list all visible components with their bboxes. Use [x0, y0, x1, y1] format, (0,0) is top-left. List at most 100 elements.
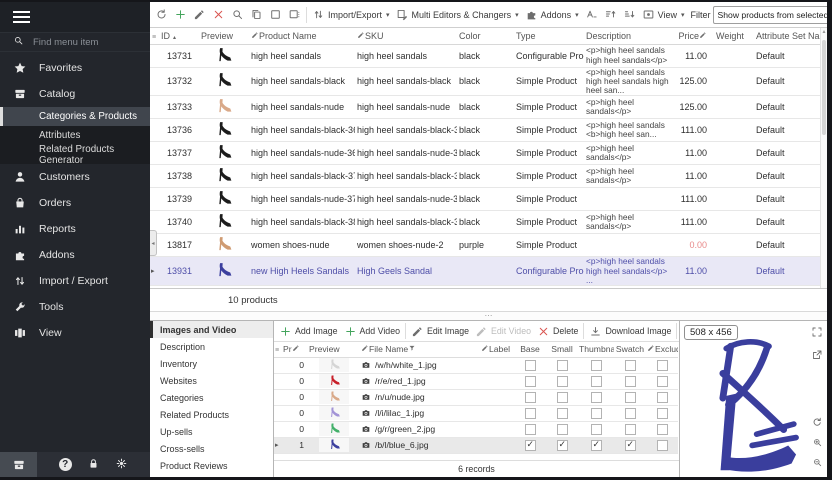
thumbnail-checkbox[interactable]: [591, 360, 602, 371]
tab-categories[interactable]: Categories: [150, 389, 273, 406]
column-header-product-name[interactable]: Product Name: [249, 28, 355, 44]
products-scrollbar[interactable]: ▴: [820, 28, 827, 288]
tab-related-products[interactable]: Related Products: [150, 406, 273, 423]
image-column-header-thumbna[interactable]: Thumbna: [578, 342, 614, 357]
tab-images-and-video[interactable]: Images and Video: [150, 321, 273, 338]
base-checkbox[interactable]: [525, 408, 536, 419]
column-header-sku[interactable]: SKU: [355, 28, 457, 44]
base-checkbox[interactable]: [525, 424, 536, 435]
sidebar-item-orders[interactable]: Orders: [0, 190, 150, 216]
thumbnail-checkbox[interactable]: [591, 376, 602, 387]
import-export-button[interactable]: Import/Export: [309, 5, 393, 25]
base-checkbox[interactable]: [525, 392, 536, 403]
tab-up-sells[interactable]: Up-sells: [150, 423, 273, 440]
tab-product-reviews[interactable]: Product Reviews: [150, 457, 273, 474]
edit-image-button[interactable]: Edit Image: [408, 321, 472, 341]
tab-inventory[interactable]: Inventory: [150, 355, 273, 372]
zoom-out-button[interactable]: [811, 456, 823, 471]
small-checkbox[interactable]: [557, 376, 568, 387]
swatch-checkbox[interactable]: [625, 392, 636, 403]
product-row-13740[interactable]: 13740high heel sandals-black-38high heel…: [150, 211, 820, 234]
small-checkbox[interactable]: [557, 424, 568, 435]
sidebar-item-related-products-generator[interactable]: Related Products Generator: [0, 145, 150, 164]
horizontal-splitter[interactable]: ⋯: [150, 312, 827, 320]
sort-up-button[interactable]: [601, 5, 620, 25]
menu-toggle-button[interactable]: [0, 2, 150, 32]
product-row-13731[interactable]: 13731high heel sandalshigh heel sandalsb…: [150, 44, 820, 67]
column-chooser-icon[interactable]: [150, 28, 159, 44]
tab-cross-sells[interactable]: Cross-sells: [150, 440, 273, 457]
swatch-checkbox[interactable]: [625, 424, 636, 435]
thumbnail-checkbox[interactable]: [591, 440, 602, 451]
fit-screen-button[interactable]: [811, 326, 823, 341]
image-column-header-base[interactable]: Base: [514, 342, 546, 357]
store-button[interactable]: [0, 452, 37, 477]
rotate-button[interactable]: [811, 416, 823, 431]
delete-image-button[interactable]: Delete: [534, 321, 581, 341]
exclude-checkbox[interactable]: [657, 360, 668, 371]
sidebar-item-import-export[interactable]: Import / Export: [0, 268, 150, 294]
image-row-lilac_1.jpg[interactable]: 0/l/i/lilac_1.jpg: [274, 405, 678, 421]
open-external-button[interactable]: [811, 349, 823, 364]
addons-button[interactable]: Addons: [522, 5, 582, 25]
small-checkbox[interactable]: [557, 440, 568, 451]
column-chooser-icon[interactable]: [274, 342, 282, 357]
sidebar-item-catalog[interactable]: Catalog: [0, 81, 150, 107]
add-image-button[interactable]: Add Image: [276, 321, 341, 341]
sidebar-item-favorites[interactable]: Favorites: [0, 55, 150, 81]
exclude-checkbox[interactable]: [657, 376, 668, 387]
thumbnail-checkbox[interactable]: [591, 392, 602, 403]
swatch-checkbox[interactable]: [625, 408, 636, 419]
sidebar-item-tools[interactable]: Tools: [0, 294, 150, 320]
image-column-header-file-name[interactable]: File Name: [360, 342, 480, 357]
base-checkbox[interactable]: [525, 376, 536, 387]
tab-websites[interactable]: Websites: [150, 372, 273, 389]
sidebar-item-addons[interactable]: Addons: [0, 242, 150, 268]
swatch-checkbox[interactable]: [625, 360, 636, 371]
scrollbar-thumb[interactable]: [822, 40, 826, 135]
refresh-button[interactable]: [152, 5, 171, 25]
font-tool-button[interactable]: [582, 5, 601, 25]
sort-down-button[interactable]: [620, 5, 639, 25]
image-column-header-swatch[interactable]: Swatch: [614, 342, 646, 357]
product-row-13931[interactable]: 13931new High Heels SandalsHigh Geels Sa…: [150, 257, 820, 286]
product-row-13739[interactable]: 13739high heel sandals-nude-37high heel …: [150, 188, 820, 211]
column-header-color[interactable]: Color: [457, 28, 514, 44]
product-row-13737[interactable]: 13737high heel sandals-nude-36high heel …: [150, 142, 820, 165]
product-row-13732[interactable]: 13732high heel sandals-blackhigh heel sa…: [150, 67, 820, 96]
image-column-header-pr[interactable]: Pr: [282, 342, 308, 357]
sidebar-item-attributes[interactable]: Attributes: [0, 126, 150, 145]
sidebar-item-reports[interactable]: Reports: [0, 216, 150, 242]
category-filter-select[interactable]: Show products from selected categories: [713, 6, 827, 24]
tab-description[interactable]: Description: [150, 338, 273, 355]
exclude-checkbox[interactable]: [657, 424, 668, 435]
exclude-checkbox[interactable]: [657, 392, 668, 403]
column-header-id[interactable]: ID: [159, 28, 199, 44]
column-header-attribute-set-name[interactable]: Attribute Set Name: [754, 28, 820, 44]
zoom-in-button[interactable]: [811, 436, 823, 451]
small-checkbox[interactable]: [557, 392, 568, 403]
duplicate-button[interactable]: [247, 5, 266, 25]
sidebar-collapse-handle[interactable]: [150, 230, 157, 256]
lock-button[interactable]: [87, 457, 100, 473]
delete-button[interactable]: [209, 5, 228, 25]
add-button[interactable]: [171, 5, 190, 25]
image-row-green_2.jpg[interactable]: 0/g/r/green_2.jpg: [274, 421, 678, 437]
image-row-blue_6.jpg[interactable]: 1/b/l/blue_6.jpg: [274, 437, 678, 453]
sidebar-item-view[interactable]: View: [0, 320, 150, 346]
column-header-description[interactable]: Description: [584, 28, 674, 44]
base-checkbox[interactable]: [525, 440, 536, 451]
image-row-nude.jpg[interactable]: 0/n/u/nude.jpg: [274, 389, 678, 405]
view-button[interactable]: View: [639, 5, 688, 25]
column-header-preview[interactable]: Preview: [199, 28, 249, 44]
edit-button[interactable]: [190, 5, 209, 25]
add-video-button[interactable]: Add Video: [341, 321, 403, 341]
download-image-button[interactable]: Download Image: [586, 321, 674, 341]
swatch-checkbox[interactable]: [625, 376, 636, 387]
column-header-price[interactable]: Price: [674, 28, 714, 44]
image-column-header-preview[interactable]: Preview: [308, 342, 360, 357]
column-header-type[interactable]: Type: [514, 28, 584, 44]
multi-editors-button[interactable]: Multi Editors & Changers: [393, 5, 522, 25]
image-column-header-exclude[interactable]: Exclude: [646, 342, 678, 357]
exclude-checkbox[interactable]: [657, 408, 668, 419]
